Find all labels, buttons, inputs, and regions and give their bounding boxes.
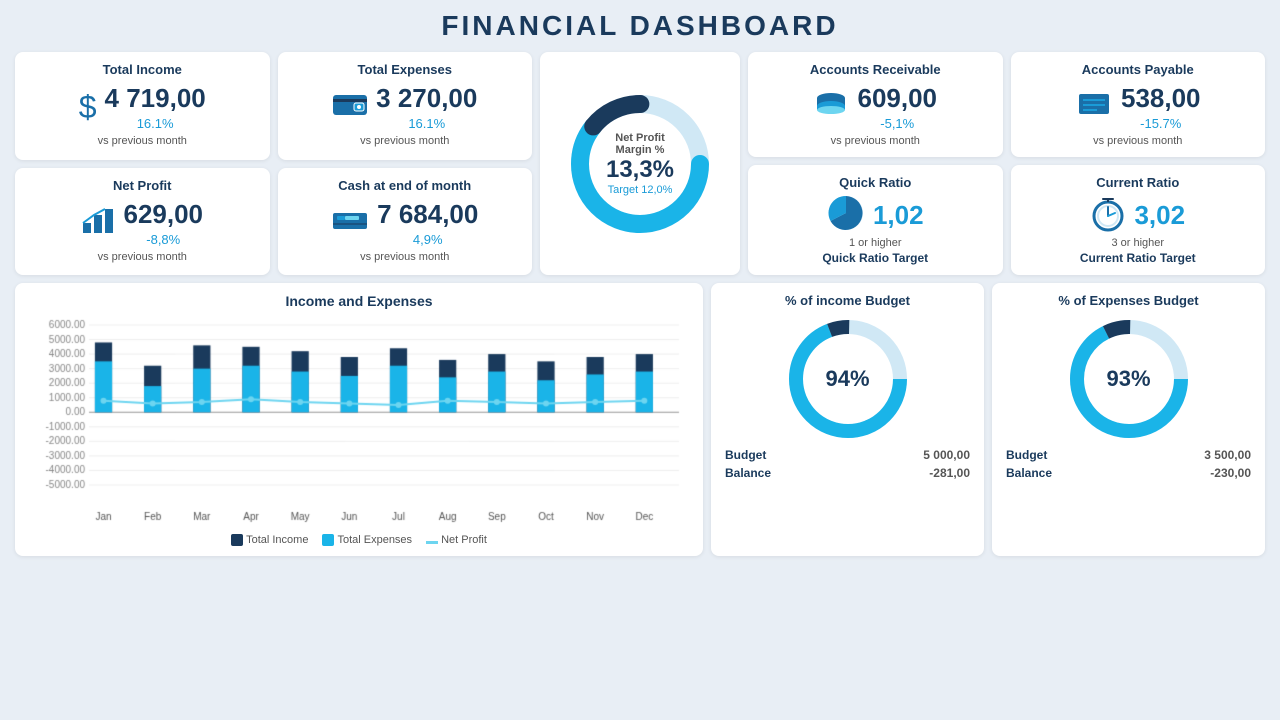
chart-title: Income and Expenses — [29, 293, 689, 309]
cash-icon — [331, 205, 369, 240]
bar-chart-icon — [81, 203, 115, 242]
net-profit-margin-card: Net Profit Margin % 13,3% Target 12,0% — [540, 52, 740, 275]
kpi-current-ratio-value: 3,02 — [1134, 200, 1185, 231]
kpi-accounts-payable-change: -15.7% — [1121, 116, 1201, 131]
kpi-quick-ratio-title: Quick Ratio — [839, 175, 911, 190]
kpi-total-expenses-value: 3 270,00 — [376, 83, 477, 114]
kpi-net-profit-change: -8,8% — [123, 232, 203, 247]
net-profit-margin-label: Net Profit Margin % — [600, 132, 680, 156]
income-budget-donut: 94% — [783, 314, 913, 444]
kpi-net-profit-title: Net Profit — [113, 178, 172, 193]
kpi-quick-ratio: Quick Ratio 1,02 1 or higher Quick Ratio… — [748, 165, 1003, 275]
kpi-total-expenses-title: Total Expenses — [358, 62, 452, 77]
kpi-total-income-sub: vs previous month — [98, 135, 187, 147]
kpi-cash-end: Cash at end of month 7 684,00 4,9% vs pr… — [278, 168, 533, 276]
bar-chart-canvas — [29, 315, 689, 525]
net-profit-margin-donut: Net Profit Margin % 13,3% Target 12,0% — [560, 84, 720, 244]
net-profit-margin-target: Target 12,0% — [600, 184, 680, 196]
timer-icon — [1090, 194, 1126, 237]
kpi-cash-end-title: Cash at end of month — [338, 178, 471, 193]
income-expenses-chart-panel: Income and Expenses Total Income Total E… — [15, 283, 703, 556]
kpi-current-ratio: Current Ratio 3,02 3 or higher Current R… — [1011, 165, 1266, 275]
kpi-total-expenses: Total Expenses 3 270,00 16.1% vs previou… — [278, 52, 533, 160]
net-profit-margin-labels: Net Profit Margin % 13,3% Target 12,0% — [600, 132, 680, 196]
kpi-total-income: Total Income $ 4 719,00 16.1% vs previou… — [15, 52, 270, 160]
kpi-current-ratio-target: Current Ratio Target — [1080, 251, 1196, 265]
kpi-accounts-receivable-sub: vs previous month — [831, 135, 920, 147]
kpi-accounts-receivable-title: Accounts Receivable — [810, 62, 941, 77]
coins-icon — [813, 90, 849, 125]
kpi-current-ratio-title: Current Ratio — [1096, 175, 1179, 190]
kpi-cash-end-change: 4,9% — [377, 232, 478, 247]
kpi-current-ratio-sub: 3 or higher — [1111, 237, 1164, 249]
chart-legend: Total Income Total Expenses Net Profit — [29, 534, 689, 546]
legend-expenses: Total Expenses — [322, 534, 412, 546]
kpi-total-income-value: 4 719,00 — [105, 83, 206, 114]
income-balance-row: Balance -281,00 — [725, 466, 970, 480]
kpi-cash-end-value: 7 684,00 — [377, 199, 478, 230]
expenses-budget-percent: 93% — [1106, 366, 1150, 392]
kpi-quick-ratio-sub: 1 or higher — [849, 237, 902, 249]
wallet-icon — [332, 90, 368, 125]
income-budget-row: Budget 5 000,00 — [725, 448, 970, 462]
income-budget-percent: 94% — [825, 366, 869, 392]
kpi-accounts-receivable: Accounts Receivable 609,00 -5,1% vs p — [748, 52, 1003, 157]
expenses-budget-panel: % of Expenses Budget 93% Budget 3 500,00… — [992, 283, 1265, 556]
kpi-net-profit-value: 629,00 — [123, 199, 203, 230]
kpi-accounts-payable: Accounts Payable 538,00 -15.7% vs previo… — [1011, 52, 1266, 157]
legend-net-profit: Net Profit — [426, 534, 487, 546]
kpi-net-profit: Net Profit 629,00 -8,8% vs previous mont… — [15, 168, 270, 276]
kpi-total-expenses-change: 16.1% — [376, 116, 477, 131]
income-budget-title: % of income Budget — [785, 293, 910, 308]
receipt-icon — [1075, 90, 1113, 125]
left-kpi-grid: Total Income $ 4 719,00 16.1% vs previou… — [15, 52, 532, 275]
expenses-balance-row: Balance -230,00 — [1006, 466, 1251, 480]
kpi-accounts-receivable-value: 609,00 — [857, 83, 937, 114]
kpi-net-profit-sub: vs previous month — [98, 251, 187, 263]
expenses-budget-title: % of Expenses Budget — [1058, 293, 1198, 308]
right-kpi-grid: Accounts Receivable 609,00 -5,1% vs p — [748, 52, 1265, 275]
income-budget-panel: % of income Budget 94% Budget 5 000,00 B… — [711, 283, 984, 556]
kpi-quick-ratio-value: 1,02 — [873, 200, 924, 231]
net-profit-margin-value: 13,3% — [600, 156, 680, 184]
dollar-icon: $ — [79, 89, 97, 126]
kpi-cash-end-sub: vs previous month — [360, 251, 449, 263]
pie-chart-icon — [827, 194, 865, 237]
kpi-accounts-payable-value: 538,00 — [1121, 83, 1201, 114]
kpi-accounts-payable-title: Accounts Payable — [1082, 62, 1194, 77]
kpi-accounts-payable-sub: vs previous month — [1093, 135, 1182, 147]
expenses-budget-row: Budget 3 500,00 — [1006, 448, 1251, 462]
kpi-accounts-receivable-change: -5,1% — [857, 116, 937, 131]
kpi-total-income-title: Total Income — [103, 62, 182, 77]
page-title: FINANCIAL DASHBOARD — [15, 10, 1265, 42]
kpi-total-expenses-sub: vs previous month — [360, 135, 449, 147]
expenses-budget-donut: 93% — [1064, 314, 1194, 444]
kpi-total-income-change: 16.1% — [105, 116, 206, 131]
kpi-quick-ratio-target: Quick Ratio Target — [822, 251, 928, 265]
legend-income: Total Income — [231, 534, 308, 546]
